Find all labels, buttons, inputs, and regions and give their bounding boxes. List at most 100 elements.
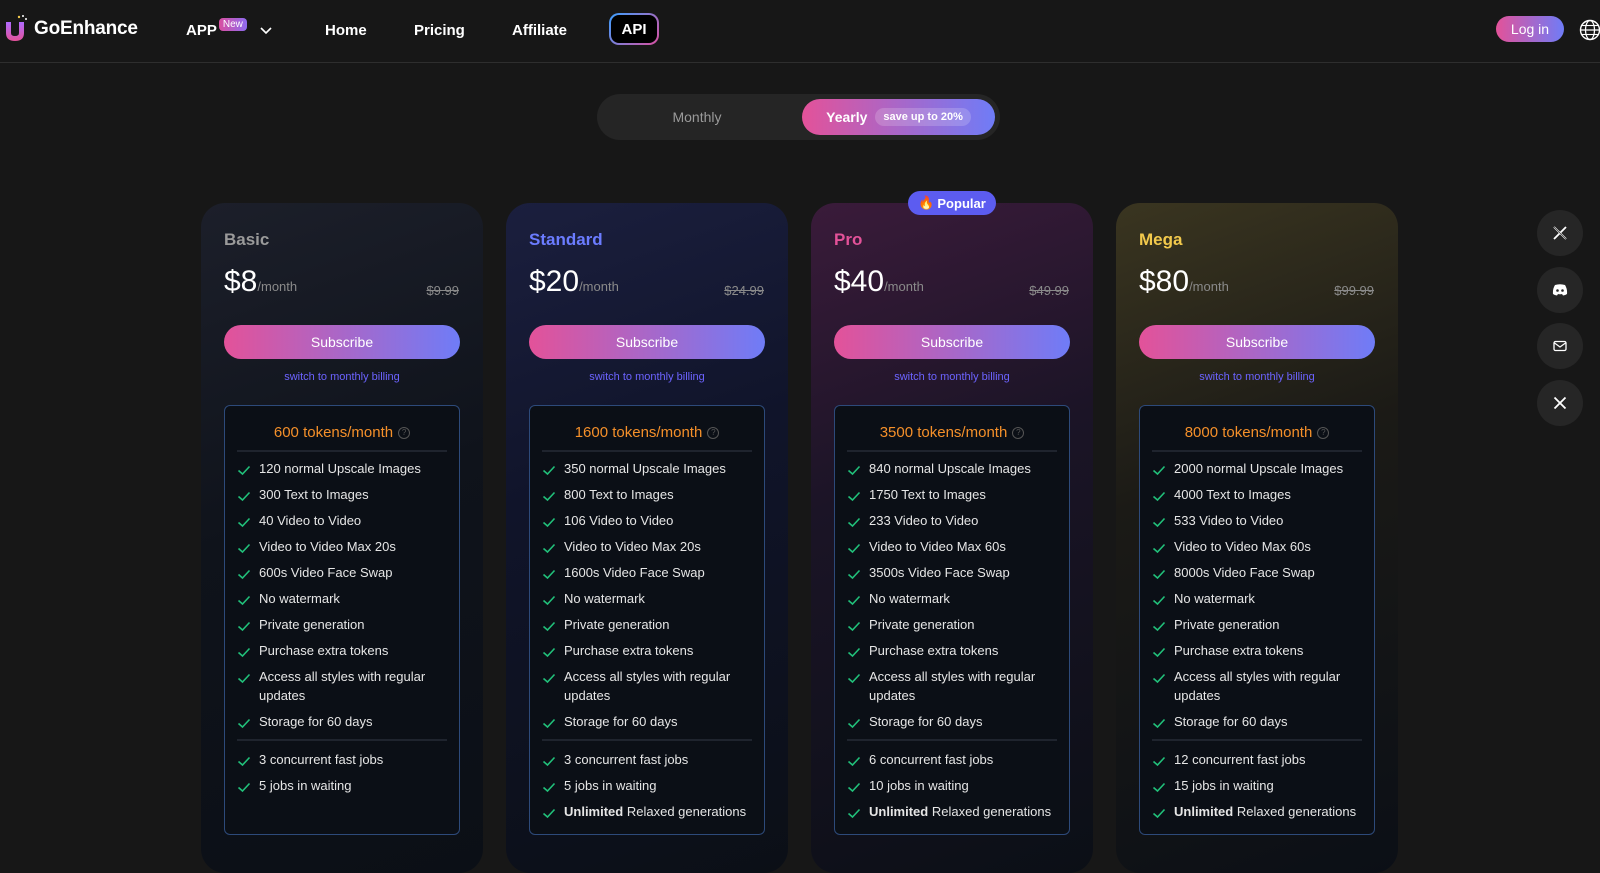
divider	[1152, 450, 1362, 452]
check-icon	[1152, 621, 1166, 632]
tokens-per-month: 1600 tokens/month?	[530, 424, 764, 441]
feature-text: 120 normal Upscale Images	[259, 461, 421, 476]
check-icon	[237, 543, 251, 554]
check-icon	[1152, 647, 1166, 658]
plan-card-basic: Basic $8/month $9.99 Subscribe switch to mon…	[201, 203, 483, 873]
original-price: $99.99	[1334, 283, 1374, 298]
job-text: 3 concurrent fast jobs	[259, 751, 384, 767]
check-icon	[237, 569, 251, 580]
check-icon	[1152, 491, 1166, 502]
feature-list: 2000 normal Upscale Images 4000 Text to I…	[1140, 460, 1374, 731]
help-icon[interactable]: ?	[398, 426, 411, 439]
nav-api-label: API	[611, 15, 657, 43]
help-icon[interactable]: ?	[1317, 426, 1330, 439]
check-icon	[237, 718, 251, 728]
mail-button[interactable]	[1537, 323, 1583, 369]
job-text: 12 concurrent fast jobs	[1174, 751, 1306, 767]
plan-price: $8/month	[224, 265, 297, 299]
feature-item: 800 Text to Images	[542, 486, 752, 505]
unlimited-item: Unlimited Relaxed generations	[847, 803, 1057, 822]
feature-text: Private generation	[1174, 617, 1280, 632]
tokens-label: 3500 tokens/month	[879, 424, 1008, 441]
feature-text: 350 normal Upscale Images	[564, 461, 726, 476]
price-unit: /month	[1189, 279, 1229, 294]
feature-item: 4000 Text to Images	[1152, 486, 1362, 505]
billing-toggle: Monthly Yearly save up to 20%	[597, 94, 1000, 140]
brand-logo[interactable]: GoEnhance	[2, 14, 138, 44]
feature-text: No watermark	[259, 591, 340, 606]
feature-text: Purchase extra tokens	[564, 643, 694, 658]
unlimited-bold: Unlimited	[869, 803, 929, 819]
feature-item: 533 Video to Video	[1152, 512, 1362, 531]
feature-list: 840 normal Upscale Images 1750 Text to Im…	[835, 460, 1069, 731]
tokens-per-month: 8000 tokens/month?	[1140, 424, 1374, 441]
login-button[interactable]: Log in	[1496, 16, 1564, 42]
switch-to-monthly-link[interactable]: switch to monthly billing	[1116, 371, 1398, 383]
feature-text: Private generation	[564, 617, 670, 632]
subscribe-button[interactable]: Subscribe	[834, 325, 1070, 359]
unlimited-text: Unlimited Relaxed generations	[564, 803, 746, 822]
nav-api-button[interactable]: API	[609, 13, 659, 45]
nav-app-dropdown[interactable]: APP New	[186, 0, 273, 60]
feature-item: 600s Video Face Swap	[237, 564, 447, 583]
close-side-button[interactable]	[1537, 380, 1583, 426]
feature-item: Storage for 60 days	[542, 713, 752, 732]
feature-item: Private generation	[847, 616, 1057, 635]
job-item: 5 jobs in waiting	[237, 777, 447, 796]
check-icon	[847, 543, 861, 554]
feature-text: Video to Video Max 20s	[259, 539, 396, 554]
check-icon	[542, 808, 556, 818]
globe-icon[interactable]	[1579, 19, 1600, 41]
tokens-label: 8000 tokens/month	[1184, 424, 1313, 441]
x-twitter-button[interactable]	[1537, 210, 1583, 256]
plan-name: Mega	[1139, 230, 1183, 249]
job-text: 10 jobs in waiting	[869, 777, 969, 793]
job-text: 15 jobs in waiting	[1174, 777, 1274, 793]
check-icon	[847, 808, 861, 818]
switch-to-monthly-link[interactable]: switch to monthly billing	[506, 371, 788, 383]
billing-yearly-option[interactable]: Yearly save up to 20%	[802, 99, 995, 135]
feature-text: Video to Video Max 20s	[564, 539, 701, 554]
subscribe-button[interactable]: Subscribe	[529, 325, 765, 359]
fire-icon: 🔥	[918, 195, 935, 210]
help-icon[interactable]: ?	[707, 426, 720, 439]
switch-to-monthly-link[interactable]: switch to monthly billing	[811, 371, 1093, 383]
feature-item: Purchase extra tokens	[1152, 642, 1362, 661]
check-icon	[542, 718, 556, 728]
feature-text: 233 Video to Video	[869, 513, 979, 528]
feature-item: Storage for 60 days	[847, 713, 1057, 732]
close-icon	[1553, 396, 1567, 410]
subscribe-button[interactable]: Subscribe	[224, 325, 460, 359]
feature-box: 1600 tokens/month? 350 normal Upscale Ima…	[529, 405, 765, 835]
nav-home[interactable]: Home	[325, 0, 367, 60]
job-text: 3 concurrent fast jobs	[564, 751, 689, 767]
feature-item: Video to Video Max 60s	[847, 538, 1057, 557]
help-icon[interactable]: ?	[1012, 426, 1025, 439]
switch-to-monthly-link[interactable]: switch to monthly billing	[201, 371, 483, 383]
feature-text: 3500s Video Face Swap	[869, 565, 1010, 580]
feature-item: Purchase extra tokens	[237, 642, 447, 661]
nav-pricing[interactable]: Pricing	[414, 0, 465, 60]
price-amount: $80	[1139, 265, 1190, 298]
check-icon	[542, 782, 556, 792]
divider	[847, 450, 1057, 452]
nav-affiliate[interactable]: Affiliate	[512, 0, 567, 60]
check-icon	[847, 595, 861, 606]
discord-button[interactable]	[1537, 267, 1583, 313]
feature-item: Private generation	[1152, 616, 1362, 635]
check-icon	[1152, 517, 1166, 528]
feature-item: Access all styles with regular updates	[847, 668, 1057, 705]
feature-text: Video to Video Max 60s	[1174, 539, 1311, 554]
feature-text: 40 Video to Video	[259, 513, 362, 528]
job-item: 5 jobs in waiting	[542, 777, 752, 796]
check-icon	[1152, 543, 1166, 554]
check-icon	[1152, 569, 1166, 580]
feature-item: Access all styles with regular updates	[1152, 668, 1362, 705]
billing-monthly-option[interactable]: Monthly	[597, 94, 797, 140]
subscribe-button[interactable]: Subscribe	[1139, 325, 1375, 359]
feature-text: Private generation	[869, 617, 975, 632]
divider	[1152, 738, 1362, 741]
check-icon	[542, 569, 556, 580]
price-amount: $8	[224, 265, 258, 298]
check-icon	[847, 621, 861, 632]
